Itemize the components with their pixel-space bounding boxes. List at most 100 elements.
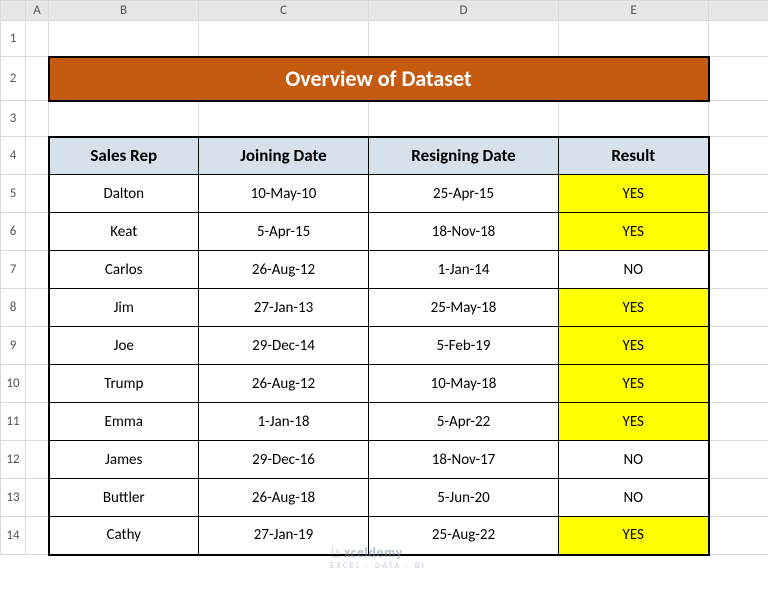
cell-result[interactable]: YES (559, 327, 709, 365)
cell-D3[interactable] (369, 101, 559, 137)
row-header-7[interactable]: 7 (1, 251, 26, 289)
cell-resigning-date[interactable]: 18-Nov-17 (369, 441, 559, 479)
cell-sales-rep[interactable]: Jim (49, 289, 199, 327)
cell-pad-4[interactable] (709, 137, 768, 175)
cell-result[interactable]: YES (559, 175, 709, 213)
cell-A7[interactable] (26, 251, 49, 289)
cell-A6[interactable] (26, 213, 49, 251)
header-joining-date[interactable]: Joining Date (199, 137, 369, 175)
col-header-A[interactable]: A (26, 1, 49, 21)
cell-pad-12[interactable] (709, 441, 768, 479)
spreadsheet-grid[interactable]: A B C D E 1 2 Overview of Dataset 3 4 Sa (0, 0, 768, 556)
header-sales-rep[interactable]: Sales Rep (49, 137, 199, 175)
cell-resigning-date[interactable]: 25-Aug-22 (369, 517, 559, 555)
cell-result[interactable]: YES (559, 365, 709, 403)
cell-pad-11[interactable] (709, 403, 768, 441)
cell-result[interactable]: YES (559, 289, 709, 327)
cell-A9[interactable] (26, 327, 49, 365)
cell-A8[interactable] (26, 289, 49, 327)
cell-sales-rep[interactable]: Keat (49, 213, 199, 251)
cell-joining-date[interactable]: 29-Dec-16 (199, 441, 369, 479)
cell-A14[interactable] (26, 517, 49, 555)
cell-result[interactable]: YES (559, 213, 709, 251)
row-header-4[interactable]: 4 (1, 137, 26, 175)
cell-joining-date[interactable]: 5-Apr-15 (199, 213, 369, 251)
cell-resigning-date[interactable]: 10-May-18 (369, 365, 559, 403)
cell-result[interactable]: NO (559, 441, 709, 479)
title-cell[interactable]: Overview of Dataset (49, 57, 709, 101)
row-header-14[interactable]: 14 (1, 517, 26, 555)
cell-pad-9[interactable] (709, 327, 768, 365)
cell-A10[interactable] (26, 365, 49, 403)
cell-pad-13[interactable] (709, 479, 768, 517)
row-header-6[interactable]: 6 (1, 213, 26, 251)
select-all-triangle[interactable] (1, 1, 26, 21)
cell-B3[interactable] (49, 101, 199, 137)
cell-resigning-date[interactable]: 1-Jan-14 (369, 251, 559, 289)
row-header-1[interactable]: 1 (1, 21, 26, 57)
cell-result[interactable]: YES (559, 517, 709, 555)
cell-joining-date[interactable]: 26-Aug-12 (199, 251, 369, 289)
cell-A5[interactable] (26, 175, 49, 213)
cell-joining-date[interactable]: 27-Jan-13 (199, 289, 369, 327)
cell-resigning-date[interactable]: 5-Jun-20 (369, 479, 559, 517)
cell-A2[interactable] (26, 57, 49, 101)
cell-sales-rep[interactable]: Cathy (49, 517, 199, 555)
cell-sales-rep[interactable]: Joe (49, 327, 199, 365)
row-header-10[interactable]: 10 (1, 365, 26, 403)
cell-E3[interactable] (559, 101, 709, 137)
row-header-3[interactable]: 3 (1, 101, 26, 137)
row-header-13[interactable]: 13 (1, 479, 26, 517)
cell-resigning-date[interactable]: 5-Apr-22 (369, 403, 559, 441)
cell-pad-3[interactable] (709, 101, 768, 137)
cell-joining-date[interactable]: 1-Jan-18 (199, 403, 369, 441)
cell-sales-rep[interactable]: Buttler (49, 479, 199, 517)
cell-sales-rep[interactable]: Dalton (49, 175, 199, 213)
header-result[interactable]: Result (559, 137, 709, 175)
cell-A11[interactable] (26, 403, 49, 441)
row-header-12[interactable]: 12 (1, 441, 26, 479)
cell-pad-2[interactable] (709, 57, 768, 101)
cell-resigning-date[interactable]: 25-Apr-15 (369, 175, 559, 213)
col-header-E[interactable]: E (559, 1, 709, 21)
cell-C1[interactable] (199, 21, 369, 57)
cell-pad-5[interactable] (709, 175, 768, 213)
cell-B1[interactable] (49, 21, 199, 57)
cell-A3[interactable] (26, 101, 49, 137)
cell-pad-14[interactable] (709, 517, 768, 555)
cell-result[interactable]: YES (559, 403, 709, 441)
cell-result[interactable]: NO (559, 251, 709, 289)
cell-sales-rep[interactable]: Carlos (49, 251, 199, 289)
cell-sales-rep[interactable]: Trump (49, 365, 199, 403)
cell-pad-6[interactable] (709, 213, 768, 251)
cell-A4[interactable] (26, 137, 49, 175)
row-header-8[interactable]: 8 (1, 289, 26, 327)
cell-A1[interactable] (26, 21, 49, 57)
cell-A12[interactable] (26, 441, 49, 479)
cell-result[interactable]: NO (559, 479, 709, 517)
col-header-D[interactable]: D (369, 1, 559, 21)
cell-pad-7[interactable] (709, 251, 768, 289)
cell-A13[interactable] (26, 479, 49, 517)
row-header-11[interactable]: 11 (1, 403, 26, 441)
cell-sales-rep[interactable]: James (49, 441, 199, 479)
cell-joining-date[interactable]: 26-Aug-18 (199, 479, 369, 517)
cell-pad-8[interactable] (709, 289, 768, 327)
cell-joining-date[interactable]: 26-Aug-12 (199, 365, 369, 403)
cell-pad-10[interactable] (709, 365, 768, 403)
cell-D1[interactable] (369, 21, 559, 57)
cell-resigning-date[interactable]: 18-Nov-18 (369, 213, 559, 251)
cell-resigning-date[interactable]: 5-Feb-19 (369, 327, 559, 365)
cell-joining-date[interactable]: 29-Dec-14 (199, 327, 369, 365)
row-header-9[interactable]: 9 (1, 327, 26, 365)
col-header-B[interactable]: B (49, 1, 199, 21)
header-resigning-date[interactable]: Resigning Date (369, 137, 559, 175)
row-header-5[interactable]: 5 (1, 175, 26, 213)
col-header-C[interactable]: C (199, 1, 369, 21)
row-header-2[interactable]: 2 (1, 57, 26, 101)
cell-E1[interactable] (559, 21, 709, 57)
cell-sales-rep[interactable]: Emma (49, 403, 199, 441)
cell-resigning-date[interactable]: 25-May-18 (369, 289, 559, 327)
cell-C3[interactable] (199, 101, 369, 137)
cell-joining-date[interactable]: 27-Jan-19 (199, 517, 369, 555)
